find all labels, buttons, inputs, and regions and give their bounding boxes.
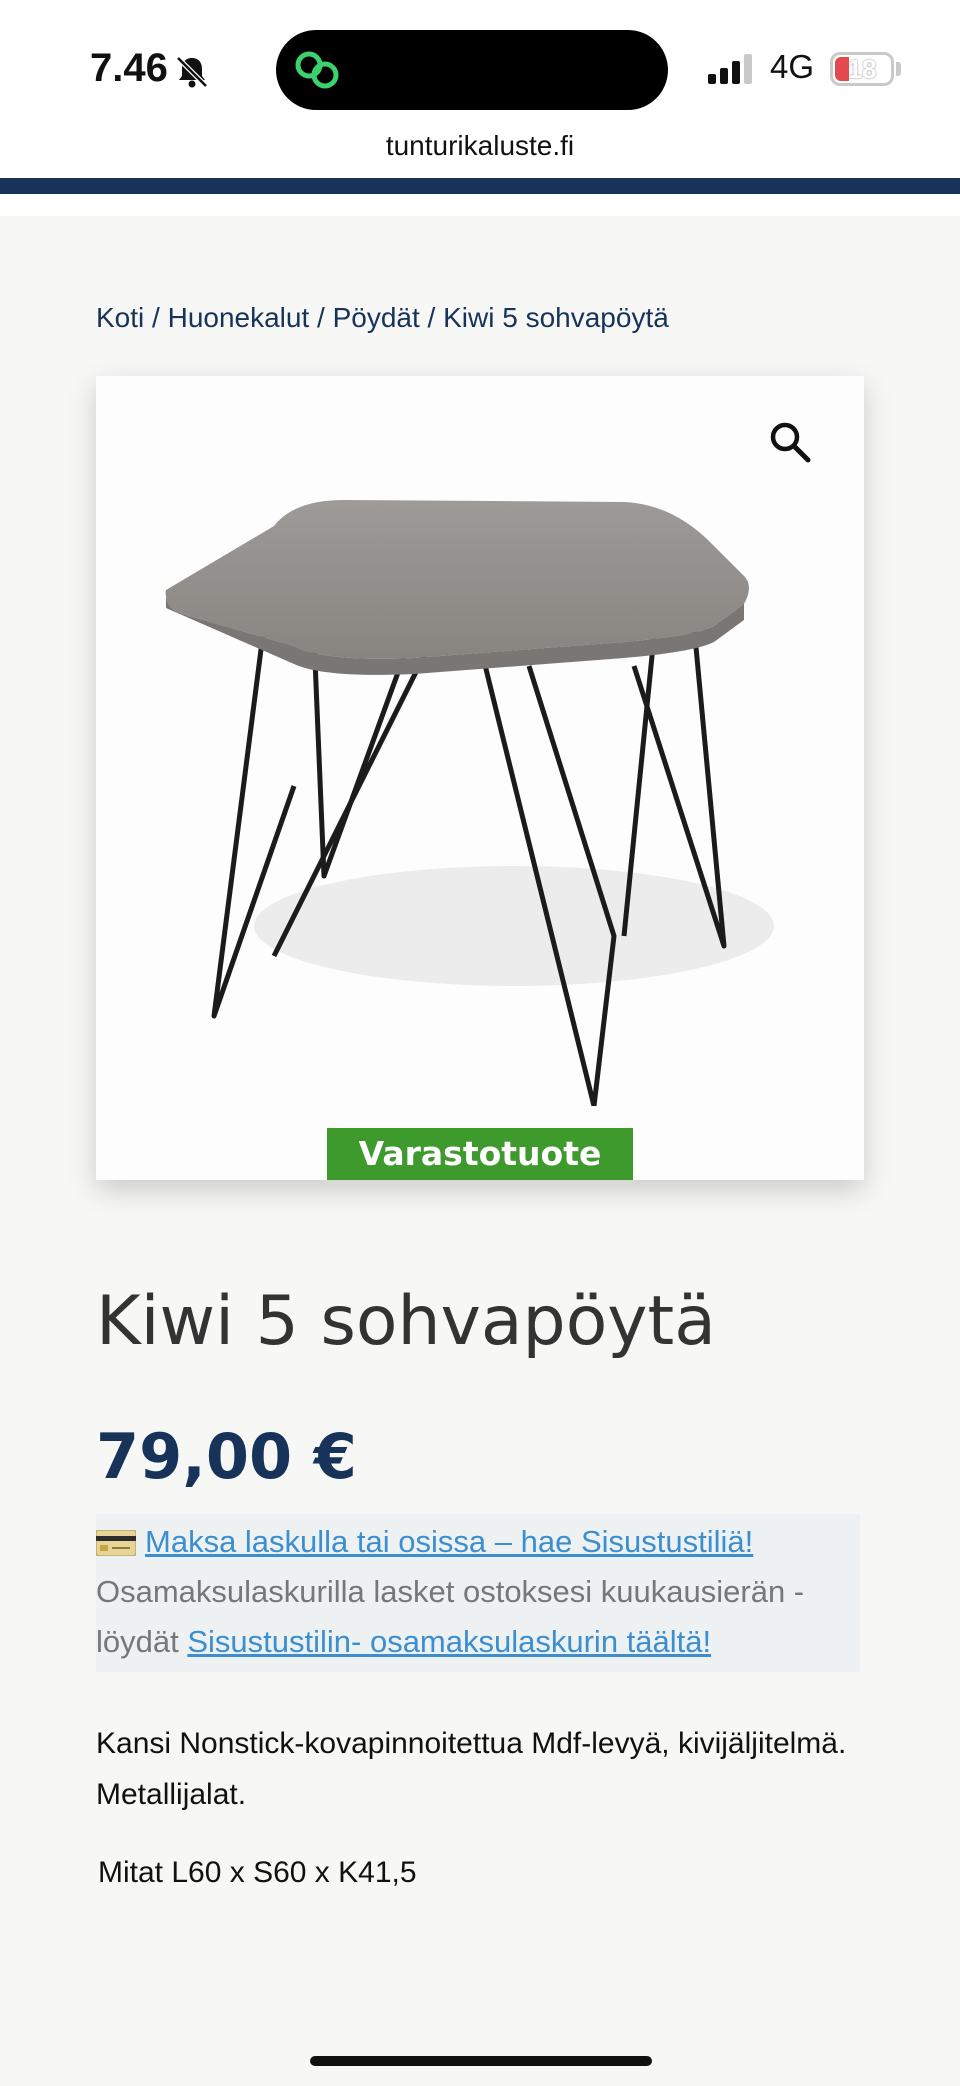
financing-description-line2: löydät Sisustustilin- osamaksulaskurin t… <box>96 1624 711 1660</box>
product-image-card[interactable]: Varastotuote <box>96 376 864 1180</box>
header-nav-stripe <box>0 178 960 194</box>
home-indicator[interactable] <box>310 2056 652 2066</box>
dynamic-island <box>276 30 668 110</box>
product-title: Kiwi 5 sohvapöytä <box>96 1282 716 1361</box>
link-icon <box>295 51 339 89</box>
product-price: 79,00 € <box>96 1420 357 1493</box>
credit-card-icon <box>96 1530 136 1556</box>
dimensions-value: L60 x S60 x K41,5 <box>171 1856 417 1889</box>
product-image <box>165 500 774 1106</box>
financing-description: Osamaksulaskurilla lasket ostoksesi kuuk… <box>96 1574 805 1609</box>
financing-apply-link[interactable]: Maksa laskulla tai osissa – hae Sisustus… <box>145 1524 753 1560</box>
signal-icon <box>708 54 752 84</box>
breadcrumb-separator: / <box>144 302 168 333</box>
battery-level: 18 <box>847 54 877 84</box>
breadcrumb-tables[interactable]: Pöydät <box>333 302 420 333</box>
network-type: 4G <box>770 48 815 85</box>
stock-badge: Varastotuote <box>327 1128 633 1180</box>
installment-calculator-link[interactable]: Sisustustilin- osamaksulaskurin täältä! <box>187 1624 711 1659</box>
battery-cap <box>896 62 901 76</box>
product-dimensions: Mitat L60 x S60 x K41,5 <box>98 1856 417 1890</box>
header-spacer <box>0 194 960 216</box>
breadcrumb-separator: / <box>309 302 333 333</box>
financing-info: Maksa laskulla tai osissa – hae Sisustus… <box>96 1514 860 1672</box>
battery-icon: 18 <box>830 52 894 86</box>
breadcrumb-home[interactable]: Koti <box>96 302 144 333</box>
bell-muted-icon <box>176 56 208 88</box>
breadcrumb: Koti / Huonekalut / Pöydät / Kiwi 5 sohv… <box>96 302 669 334</box>
breadcrumb-current: Kiwi 5 sohvapöytä <box>443 302 669 333</box>
search-zoom-icon[interactable] <box>768 420 812 464</box>
clock: 7.46 <box>90 46 168 90</box>
breadcrumb-separator: / <box>419 302 444 333</box>
status-bar: 7.46 4G 18 tunturikaluste.fi <box>0 0 960 178</box>
product-description: Kansi Nonstick-kovapinnoitettua Mdf-levy… <box>96 1727 847 1811</box>
dimensions-label: Mitat <box>98 1856 164 1889</box>
financing-text-prefix: löydät <box>96 1624 188 1659</box>
address-bar-url[interactable]: tunturikaluste.fi <box>0 130 960 162</box>
breadcrumb-furniture[interactable]: Huonekalut <box>168 302 310 333</box>
